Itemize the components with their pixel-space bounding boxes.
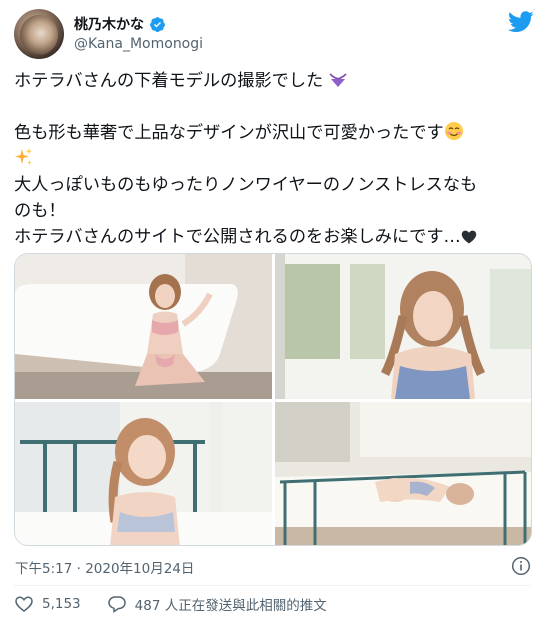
tweet-line-sparkles	[14, 146, 534, 172]
tweet-line-5: ホテラバさんのサイトで公開されるのをお楽しみにです…	[14, 224, 534, 250]
photo-smiling-bed[interactable]	[15, 402, 272, 545]
tweet-timestamp[interactable]: 下午5:17 · 2020年10月24日	[15, 557, 194, 577]
tweet-header: 桃乃木かな @Kana_Momonogi	[14, 9, 534, 61]
sparkles-icon	[15, 148, 32, 165]
photo-bathtub[interactable]	[15, 254, 272, 399]
reply-conversation-label: 487 人正在發送與此相關的推文	[134, 598, 327, 614]
tweet-line-2: 色も形も華奢で上品なデザインが沢山で可愛かったです	[14, 120, 534, 146]
bikini-icon	[329, 73, 347, 87]
verified-badge-icon	[150, 16, 165, 32]
tweet-line-4: のも！	[14, 201, 66, 221]
like-count: 5,153	[42, 596, 81, 612]
black-heart-icon	[461, 230, 476, 244]
photo-lying-bed[interactable]	[275, 402, 531, 545]
reply-conversation-button[interactable]: 487 人正在發送與此相關的推文	[107, 594, 327, 614]
tweet-line-3: 大人っぽいものもゆったりノンワイヤーのノンストレスなも	[14, 175, 478, 195]
avatar[interactable]	[14, 9, 64, 59]
author-name-row[interactable]: 桃乃木かな	[74, 14, 166, 34]
action-bar: 5,153 487 人正在發送與此相關的推文	[14, 594, 327, 614]
like-button[interactable]: 5,153	[14, 594, 81, 614]
twitter-logo-icon[interactable]	[508, 11, 534, 33]
photo-window-portrait[interactable]	[275, 254, 531, 399]
smiling-face-icon	[444, 122, 463, 140]
info-icon[interactable]	[511, 556, 531, 576]
tweet-line-1: ホテラバさんの下着モデルの撮影でした	[14, 68, 534, 94]
tweet-text: ホテラバさんの下着モデルの撮影でした 色も形も華奢で上品なデザインが沢山で可愛か…	[14, 68, 534, 250]
speech-bubble-icon	[107, 596, 126, 613]
handle[interactable]: @Kana_Momonogi	[74, 36, 203, 52]
media-grid	[14, 253, 532, 546]
heart-icon	[15, 596, 33, 612]
divider	[14, 585, 531, 586]
display-name[interactable]: 桃乃木かな	[74, 14, 144, 34]
